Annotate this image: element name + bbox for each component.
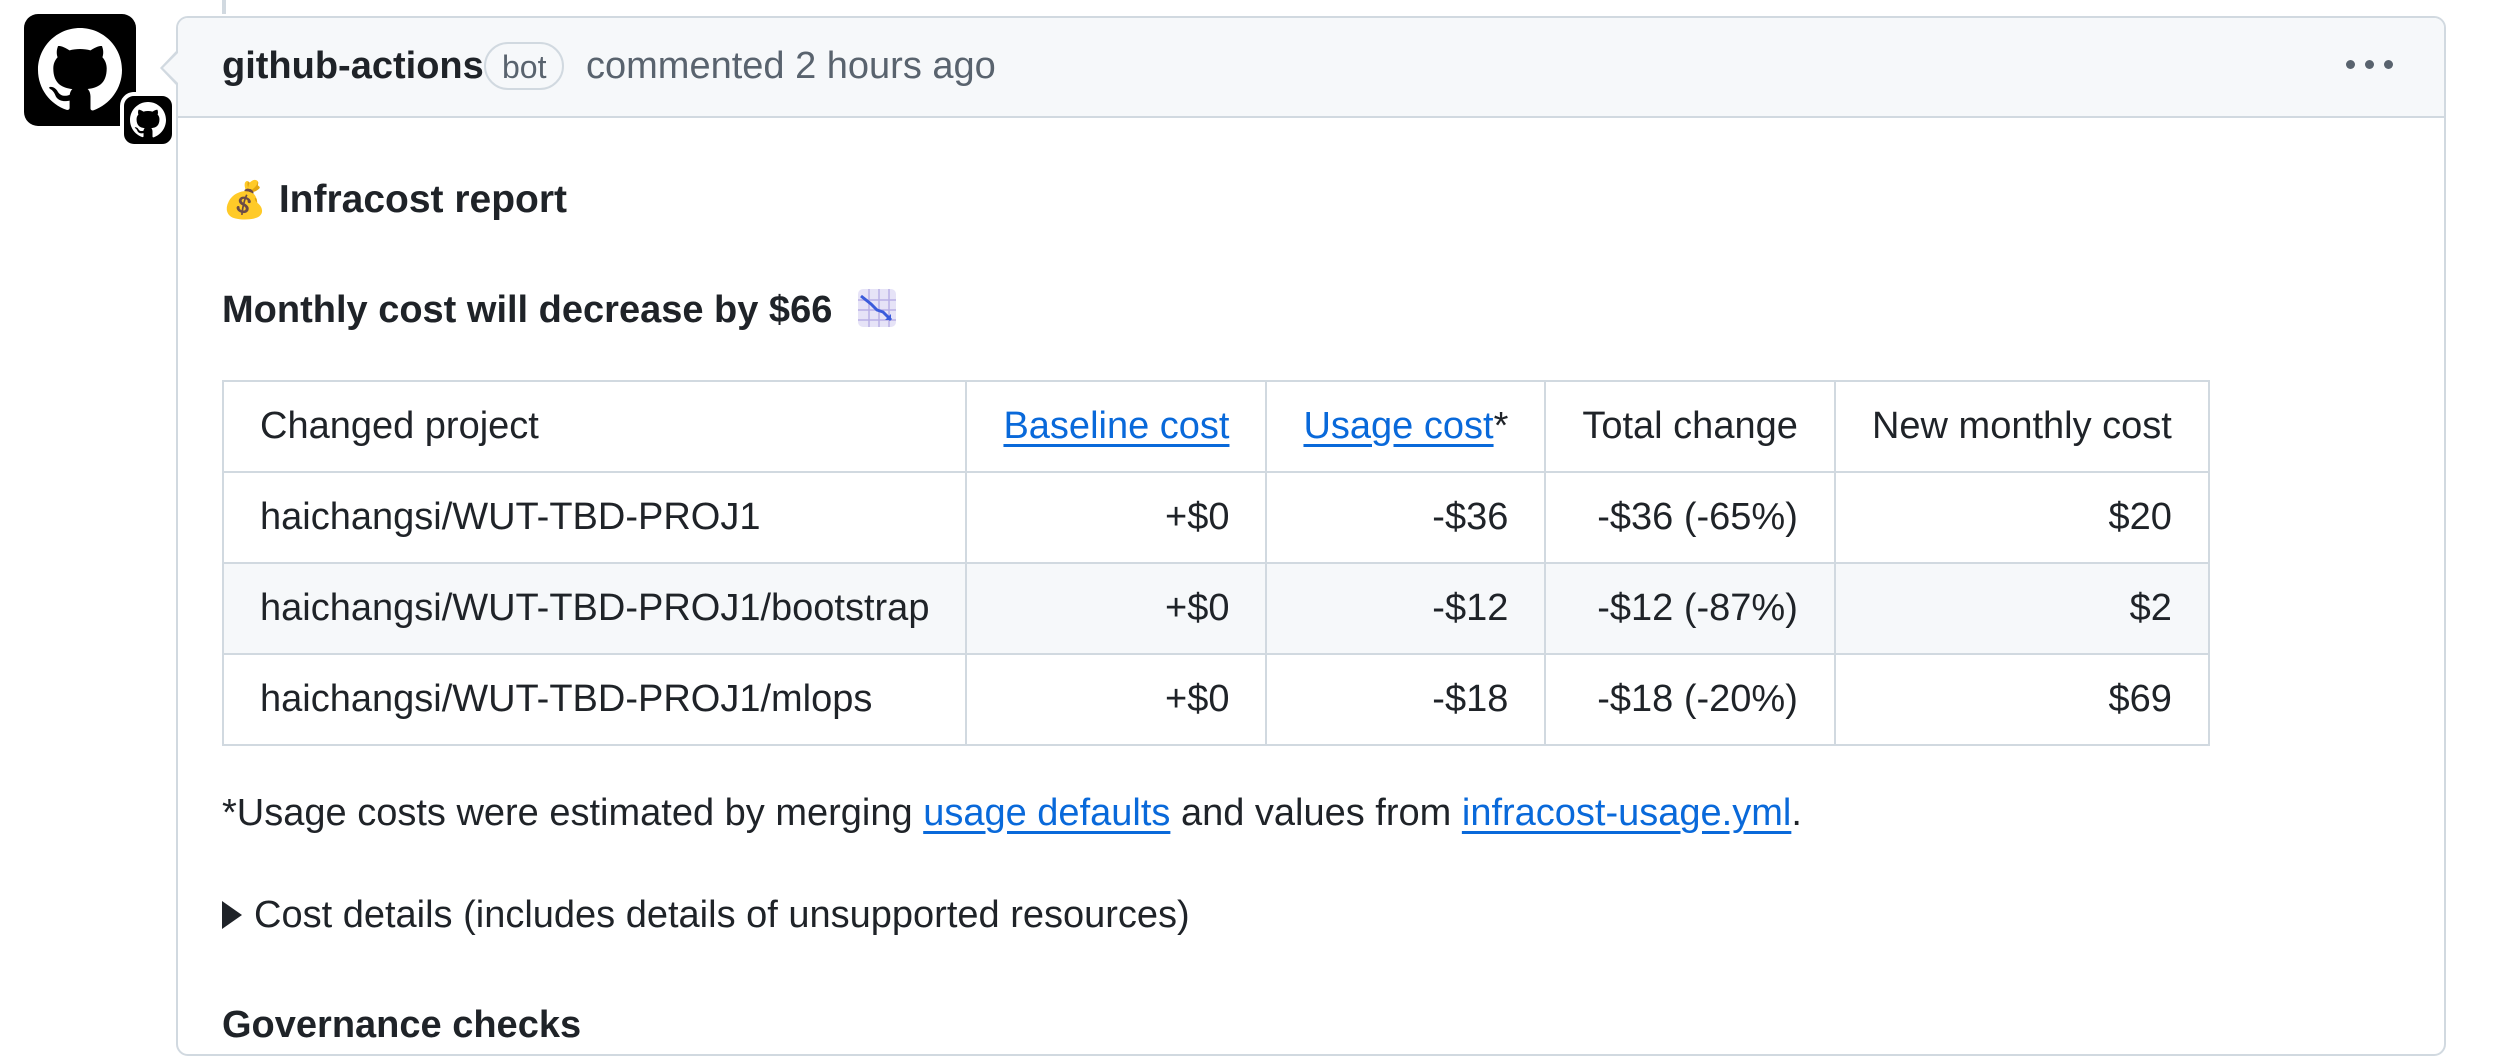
cell-total-change: -$12 (-87%) [1544,562,1836,655]
cell-baseline-cost: +$0 [965,653,1268,746]
cell-new-monthly-cost: $2 [1833,562,2210,655]
comment-caret-fill [163,52,179,84]
triangle-right-icon [222,901,242,929]
cost-summary: Monthly cost will decrease by $66 [222,288,897,332]
usage-cost-link[interactable]: Usage cost [1303,405,1493,447]
header-changed-project: Changed project [221,380,968,473]
app-badge [120,92,176,148]
header-total-change: Total change [1544,380,1836,473]
baseline-cost-link[interactable]: Baseline cost [1003,405,1229,447]
usage-defaults-link[interactable]: usage defaults [923,792,1170,834]
cell-project: haichangsi/WUT-TBD-PROJ1 [221,471,968,564]
cell-total-change: -$36 (-65%) [1544,471,1836,564]
kebab-horizontal-icon[interactable] [2340,44,2400,84]
header-usage-cost: Usage cost* [1265,380,1547,473]
timeline-line [222,0,226,14]
comment-box: github-actions bot commented 2 hours ago… [176,16,2446,1056]
usage-note-prefix: *Usage costs were estimated by merging [222,792,924,834]
cell-total-change: -$18 (-20%) [1544,653,1836,746]
usage-note-suffix: . [1791,792,1802,834]
cost-details-label: Cost details (includes details of unsupp… [254,894,1190,936]
cell-new-monthly-cost: $20 [1833,471,2210,564]
author-link[interactable]: github-actions [222,45,484,88]
cell-project: haichangsi/WUT-TBD-PROJ1/bootstrap [221,562,968,655]
header-baseline-cost: Baseline cost [965,380,1268,473]
cell-usage-cost: -$36 [1265,471,1547,564]
money-bag-icon: 💰 [222,179,267,220]
usage-cost-asterisk: * [1493,405,1509,447]
table-row: haichangsi/WUT-TBD-PROJ1/bootstrap +$0 -… [221,562,2210,655]
chart-decreasing-icon [857,289,896,327]
cell-new-monthly-cost: $69 [1833,653,2210,746]
usage-note: *Usage costs were estimated by merging u… [222,792,1802,835]
report-title-text: Infracost report [278,178,568,221]
cell-usage-cost: -$12 [1265,562,1547,655]
avatar[interactable] [24,14,176,148]
infracost-usage-link[interactable]: infracost-usage.yml [1462,792,1791,834]
cell-baseline-cost: +$0 [965,471,1268,564]
table-row: haichangsi/WUT-TBD-PROJ1 +$0 -$36 -$36 (… [221,471,2210,564]
table-row: haichangsi/WUT-TBD-PROJ1/mlops +$0 -$18 … [221,653,2210,746]
usage-note-middle: and values from [1170,792,1462,834]
comment-header: github-actions bot commented 2 hours ago [178,18,2444,118]
cost-details-toggle[interactable]: Cost details (includes details of unsupp… [222,894,1190,937]
bot-badge: bot [484,42,565,90]
comment-timestamp[interactable]: commented 2 hours ago [586,45,996,88]
cost-summary-text: Monthly cost will decrease by $66 [222,289,833,331]
report-title: 💰 Infracost report [222,178,567,222]
header-new-monthly-cost: New monthly cost [1833,380,2210,473]
cell-baseline-cost: +$0 [965,562,1268,655]
cost-table: Changed project Baseline cost Usage cost… [221,380,2210,746]
cell-project: haichangsi/WUT-TBD-PROJ1/mlops [221,653,968,746]
cell-usage-cost: -$18 [1265,653,1547,746]
github-octocat-icon [130,102,166,138]
table-header-row: Changed project Baseline cost Usage cost… [221,380,2210,473]
